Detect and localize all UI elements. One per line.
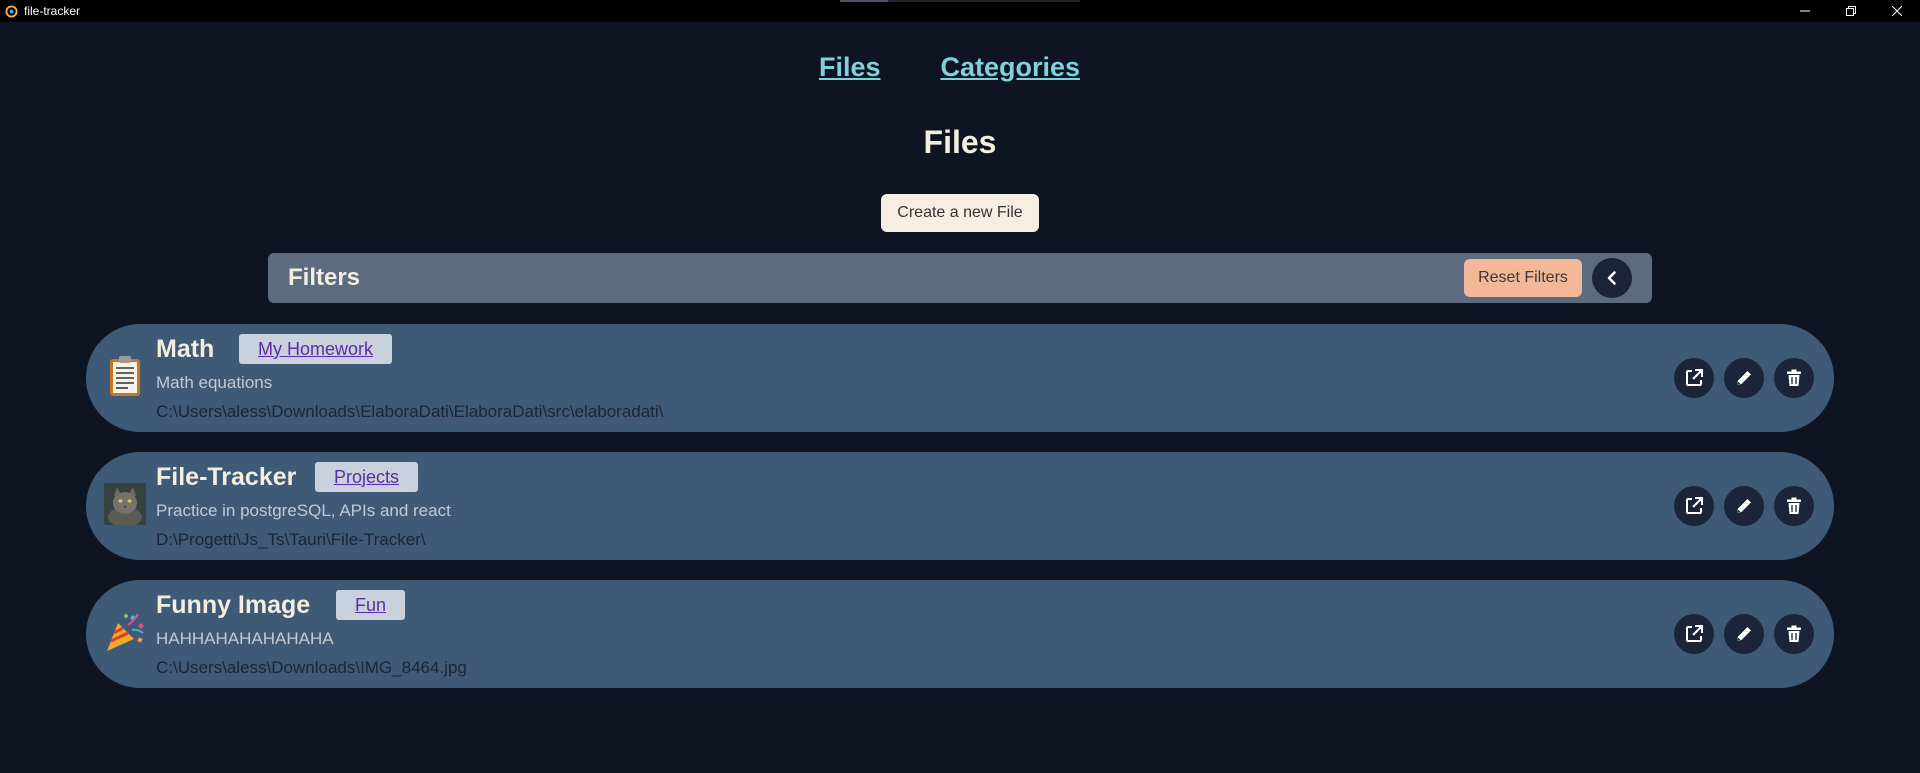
close-icon <box>1892 6 1902 16</box>
open-file-button[interactable] <box>1674 358 1714 398</box>
reset-filters-button[interactable]: Reset Filters <box>1464 259 1582 297</box>
filters-panel: Filters Reset Filters <box>268 253 1652 303</box>
delete-file-button[interactable] <box>1774 486 1814 526</box>
drag-region[interactable] <box>840 0 1080 2</box>
page-title: Files <box>923 124 997 160</box>
file-description: Practice in postgreSQL, APIs and react <box>156 501 451 520</box>
pencil-icon <box>1737 627 1751 641</box>
file-category-link[interactable]: My Homework <box>239 334 393 364</box>
external-link-icon <box>1686 625 1703 642</box>
cat-photo-thumbnail <box>104 483 146 525</box>
file-name: Math <box>156 335 215 363</box>
create-file-button[interactable]: Create a new File <box>881 194 1039 232</box>
filters-toggle-button[interactable] <box>1592 258 1632 298</box>
pencil-icon <box>1737 371 1751 385</box>
open-file-button[interactable] <box>1674 614 1714 654</box>
file-card: File-Tracker Projects Practice in postgr… <box>86 452 1834 560</box>
file-card: Funny Image Fun HAHHAHAHAHAHAHA C:\Users… <box>86 580 1834 688</box>
file-name: Funny Image <box>156 591 311 619</box>
open-file-button[interactable] <box>1674 486 1714 526</box>
delete-file-button[interactable] <box>1774 614 1814 654</box>
restore-button[interactable] <box>1828 0 1874 22</box>
external-link-icon <box>1686 369 1703 386</box>
close-button[interactable] <box>1874 0 1920 22</box>
file-description: Math equations <box>156 373 273 392</box>
delete-file-button[interactable] <box>1774 358 1814 398</box>
window-title: file-tracker <box>24 4 81 18</box>
window-titlebar: file-tracker <box>0 0 1920 22</box>
nav-files-link[interactable]: Files <box>819 52 881 83</box>
trash-icon <box>1787 625 1801 642</box>
file-category-link[interactable]: Fun <box>336 590 406 620</box>
nav-categories-link[interactable]: Categories <box>940 52 1080 83</box>
party-popper-icon <box>104 611 146 653</box>
edit-file-button[interactable] <box>1724 358 1764 398</box>
file-path: C:\Users\aless\Downloads\ElaboraDati\Ela… <box>156 402 664 421</box>
file-card: Math My Homework Math equations C:\Users… <box>86 324 1834 432</box>
trash-icon <box>1787 369 1801 386</box>
external-link-icon <box>1686 497 1703 514</box>
file-name: File-Tracker <box>156 463 297 491</box>
chevron-left-icon <box>1607 271 1616 285</box>
app-logo-icon <box>5 4 18 18</box>
minimize-button[interactable] <box>1782 0 1828 22</box>
main-nav: Files Categories <box>0 52 1920 83</box>
minimize-icon <box>1800 10 1810 12</box>
filters-title: Filters <box>288 264 361 291</box>
edit-file-button[interactable] <box>1724 486 1764 526</box>
edit-file-button[interactable] <box>1724 614 1764 654</box>
file-path: D:\Progetti\Js_Ts\Tauri\File-Tracker\ <box>156 530 426 549</box>
file-path: C:\Users\aless\Downloads\IMG_8464.jpg <box>156 658 467 677</box>
trash-icon <box>1787 497 1801 514</box>
pencil-icon <box>1737 499 1751 513</box>
document-icon <box>104 355 146 397</box>
file-description: HAHHAHAHAHAHAHA <box>156 629 334 648</box>
restore-icon <box>1846 6 1856 16</box>
file-category-link[interactable]: Projects <box>315 462 419 492</box>
